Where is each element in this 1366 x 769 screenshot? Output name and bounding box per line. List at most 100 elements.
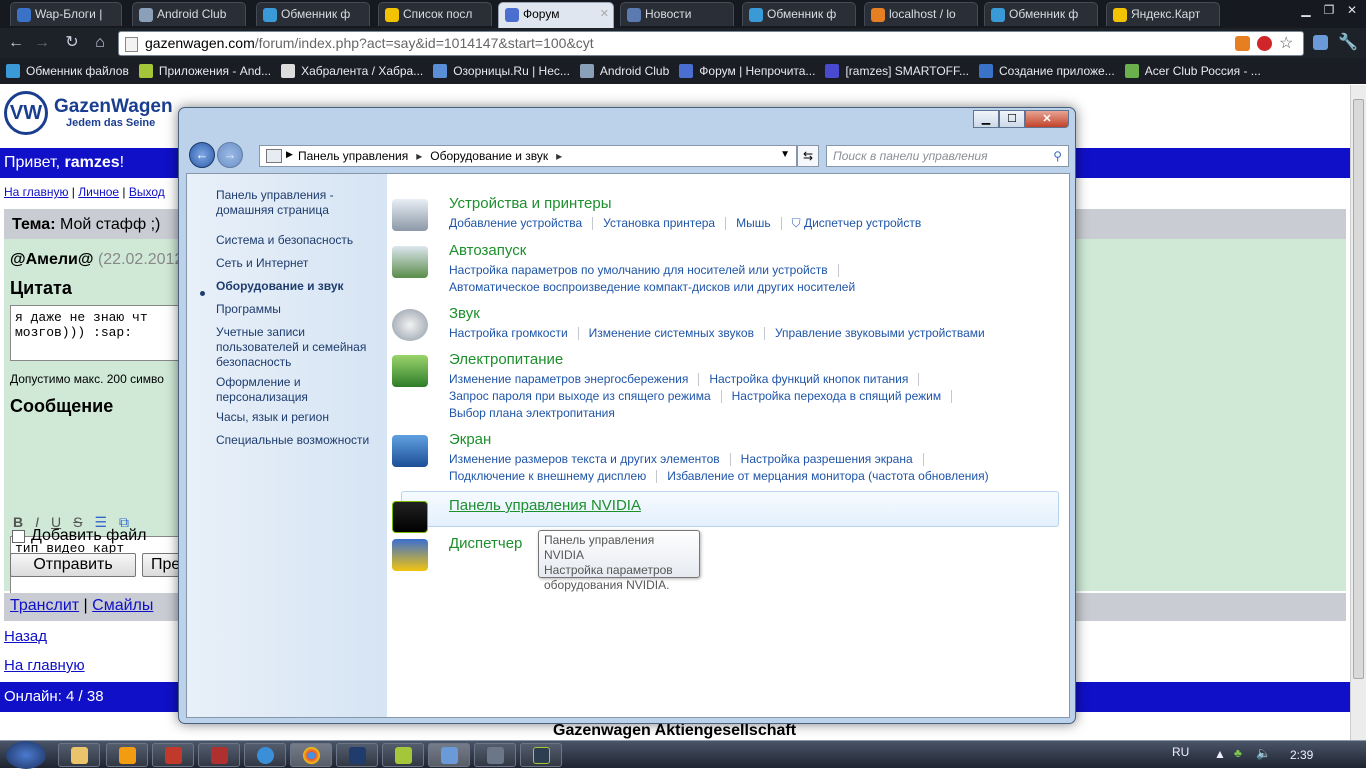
close-tab-icon[interactable]: ✕ xyxy=(600,7,609,20)
send-button[interactable]: Отправить xyxy=(10,553,136,577)
quote-textarea[interactable]: я даже не знаю чт мозгов))) :sap: xyxy=(10,305,180,361)
task-link[interactable]: Подключение к внешнему дисплею xyxy=(449,469,646,483)
task-link[interactable]: Мышь xyxy=(736,216,771,230)
task-link[interactable]: Настройка параметров по умолчанию для но… xyxy=(449,263,828,277)
page-scrollbar[interactable] xyxy=(1350,85,1366,740)
tab-localhost[interactable]: localhost / lo xyxy=(864,2,978,26)
wrench-icon[interactable]: 🔧 xyxy=(1338,33,1358,53)
back-icon[interactable]: ← xyxy=(6,33,26,53)
tray-arrow-icon[interactable]: ▲ xyxy=(1214,747,1226,761)
scrollbar-thumb[interactable] xyxy=(1353,99,1364,679)
bookmark-item[interactable]: Хабралента / Хабра... xyxy=(281,64,423,78)
task-link[interactable]: Изменение системных звуков xyxy=(589,326,754,340)
tab-exchanger-2[interactable]: Обменник ф xyxy=(742,2,856,26)
close-icon[interactable]: ✕ xyxy=(1342,2,1362,18)
taskbar-app[interactable] xyxy=(152,743,194,767)
sidebar-item-security[interactable]: Система и безопасность xyxy=(216,233,376,248)
task-link[interactable]: Настройка разрешения экрана xyxy=(741,452,913,466)
nav-personal-link[interactable]: Личное xyxy=(78,185,119,199)
tab-news[interactable]: Новости xyxy=(620,2,734,26)
reload-icon[interactable]: ↻ xyxy=(62,33,82,53)
taskbar-control-panel[interactable] xyxy=(428,743,470,767)
bookmark-item[interactable]: [ramzes] SMARTOFF... xyxy=(825,64,969,78)
taskbar-chrome[interactable] xyxy=(290,743,332,767)
sidebar-item-network[interactable]: Сеть и Интернет xyxy=(216,256,376,271)
minimize-icon[interactable]: ▁ xyxy=(1296,2,1316,18)
tab-yandex-maps[interactable]: Яндекс.Карт xyxy=(1106,2,1220,26)
sidebar-item-accounts[interactable]: Учетные записи пользователей и семейная … xyxy=(216,325,376,370)
taskbar-android[interactable] xyxy=(382,743,424,767)
tab-exchanger-3[interactable]: Обменник ф xyxy=(984,2,1098,26)
cp-back-icon[interactable]: ← xyxy=(189,142,215,168)
tab-forum-active[interactable]: Форум ✕ xyxy=(498,2,614,28)
dropdown-chevron-icon[interactable]: ▼ xyxy=(780,149,790,160)
cp-refresh-icon[interactable]: ⇆ xyxy=(797,145,819,167)
cp-maximize-icon[interactable]: ☐ xyxy=(999,110,1025,128)
sidebar-item-home[interactable]: Панель управления - домашняя страница xyxy=(216,188,376,218)
task-link[interactable]: Избавление от мерцания монитора (частота… xyxy=(667,469,988,483)
rss-icon[interactable] xyxy=(1235,36,1250,51)
task-link[interactable]: Настройка громкости xyxy=(449,326,568,340)
category-title[interactable]: Электропитание xyxy=(449,351,563,368)
task-link[interactable]: Изменение параметров энергосбережения xyxy=(449,372,688,386)
back-link[interactable]: Назад xyxy=(4,628,47,645)
restore-icon[interactable]: ❐ xyxy=(1319,2,1339,18)
clock[interactable]: 2:39 xyxy=(1290,748,1313,762)
volume-icon[interactable]: 🔈 xyxy=(1256,746,1271,760)
extension-icon[interactable] xyxy=(1313,35,1328,50)
search-icon[interactable]: ⚲ xyxy=(1053,149,1062,163)
task-link[interactable]: Изменение размеров текста и других элеме… xyxy=(449,452,720,466)
translit-link[interactable]: Транслит xyxy=(10,597,79,614)
task-link[interactable]: Диспетчер устройств xyxy=(804,216,921,230)
category-title[interactable]: Автозапуск xyxy=(449,242,526,259)
smiles-link[interactable]: Смайлы xyxy=(92,597,153,614)
taskbar-photoshop[interactable] xyxy=(336,743,378,767)
cp-close-icon[interactable]: ✕ xyxy=(1025,110,1069,128)
task-link[interactable]: Запрос пароля при выходе из спящего режи… xyxy=(449,389,711,403)
breadcrumb-item[interactable]: Панель управления xyxy=(298,149,408,163)
network-icon[interactable]: ♣ xyxy=(1234,746,1242,760)
nav-logout-link[interactable]: Выход xyxy=(129,185,165,199)
task-link[interactable]: Настройка перехода в спящий режим xyxy=(732,389,941,403)
task-link[interactable]: Добавление устройства xyxy=(449,216,582,230)
category-title[interactable]: Звук xyxy=(449,305,480,322)
taskbar-device[interactable] xyxy=(520,743,562,767)
cp-minimize-icon[interactable]: ▁ xyxy=(973,110,999,128)
taskbar-filezilla[interactable] xyxy=(198,743,240,767)
taskbar-browser[interactable] xyxy=(244,743,286,767)
forward-icon[interactable]: → xyxy=(32,33,52,53)
taskbar-tool[interactable] xyxy=(474,743,516,767)
bookmark-item[interactable]: Форум | Непрочита... xyxy=(679,64,815,78)
tab-wap-blogs[interactable]: Wap-Блоги | xyxy=(10,2,122,26)
category-title[interactable]: Панель управления NVIDIA xyxy=(449,497,641,514)
category-title[interactable]: Устройства и принтеры xyxy=(449,195,611,212)
task-link[interactable]: Установка принтера xyxy=(603,216,715,230)
home-icon[interactable]: ⌂ xyxy=(90,33,110,53)
site-logo[interactable]: VW GazenWagen Jedem das Seine xyxy=(4,91,173,135)
cp-search-input[interactable]: Поиск в панели управления ⚲ xyxy=(826,145,1069,167)
sidebar-item-appearance[interactable]: Оформление и персонализация xyxy=(216,375,376,405)
bookmark-item[interactable]: Android Club xyxy=(579,64,669,78)
sidebar-item-hardware[interactable]: Оборудование и звук xyxy=(216,279,376,294)
task-link[interactable]: Управление звуковыми устройствами xyxy=(775,326,985,340)
address-bar[interactable]: gazenwagen.com/forum/index.php?act=say&i… xyxy=(118,31,1304,56)
task-link[interactable]: Настройка функций кнопок питания xyxy=(709,372,908,386)
adblock-icon[interactable] xyxy=(1257,36,1272,51)
task-link[interactable]: Автоматическое воспроизведение компакт-д… xyxy=(449,280,855,294)
attach-checkbox[interactable] xyxy=(12,529,25,543)
home-link[interactable]: На главную xyxy=(4,657,85,674)
sidebar-item-clock[interactable]: Часы, язык и регион xyxy=(216,410,376,425)
sidebar-item-accessibility[interactable]: Специальные возможности xyxy=(216,433,376,448)
bookmark-item[interactable]: Приложения - And... xyxy=(138,64,271,78)
task-link[interactable]: Выбор плана электропитания xyxy=(449,406,615,420)
tab-android-club[interactable]: Android Club xyxy=(132,2,246,26)
taskbar-explorer[interactable] xyxy=(58,743,100,767)
nav-home-link[interactable]: На главную xyxy=(4,185,68,199)
language-indicator[interactable]: RU xyxy=(1172,745,1189,759)
tab-post-list[interactable]: Список посл xyxy=(378,2,492,26)
cp-forward-icon[interactable]: → xyxy=(217,142,243,168)
bookmark-item[interactable]: Создание приложе... xyxy=(979,64,1115,78)
bookmark-item[interactable]: Acer Club Россия - ... xyxy=(1124,64,1261,78)
category-title[interactable]: Диспетчер xyxy=(449,535,522,552)
start-button[interactable] xyxy=(6,741,46,769)
